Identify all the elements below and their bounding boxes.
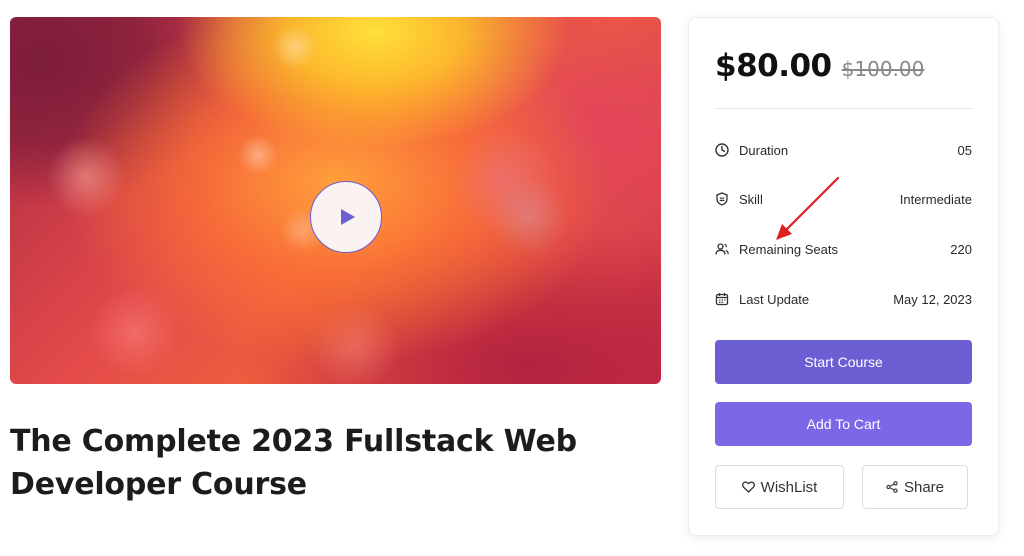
start-course-button[interactable]: Start Course: [715, 340, 972, 384]
divider: [715, 108, 972, 109]
course-info-card: $80.00 $100.00 Duration 05 Skill Interme…: [688, 17, 999, 536]
detail-label: Duration: [739, 142, 789, 158]
shield-icon: [716, 192, 728, 206]
detail-row-last-update: Last Update May 12, 2023: [715, 289, 972, 309]
detail-value: Intermediate: [899, 191, 972, 207]
add-to-cart-button[interactable]: Add To Cart: [715, 402, 972, 446]
bokeh-light: [310, 302, 400, 384]
detail-value: 220: [950, 241, 972, 257]
clock-icon: [715, 143, 729, 157]
share-button[interactable]: Share: [862, 465, 968, 509]
calendar-icon: [715, 293, 729, 306]
play-icon: [341, 209, 355, 225]
course-video-thumbnail[interactable]: [10, 17, 661, 384]
heart-icon: [741, 481, 755, 493]
current-price: $80.00: [715, 48, 832, 84]
share-icon: [886, 481, 898, 493]
detail-value: May 12, 2023: [893, 291, 972, 307]
bokeh-light: [46, 137, 126, 217]
detail-row-duration: Duration 05: [715, 140, 972, 160]
course-title-line-2: Developer Course: [10, 467, 307, 502]
play-video-button[interactable]: [310, 181, 382, 253]
course-title-line-1: The Complete 2023 Fullstack Web: [10, 424, 577, 459]
bokeh-light: [490, 177, 570, 257]
course-title: The Complete 2023 Fullstack Web Develope…: [10, 420, 650, 506]
price-row: $80.00 $100.00: [715, 48, 924, 84]
detail-value: 05: [957, 142, 972, 158]
detail-label: Last Update: [739, 291, 810, 307]
share-label: Share: [903, 478, 945, 496]
bokeh-light: [270, 27, 320, 67]
wishlist-label: WishList: [760, 478, 818, 496]
bokeh-light: [90, 287, 180, 377]
users-icon: [715, 243, 729, 255]
bokeh-light: [238, 135, 278, 175]
wishlist-button[interactable]: WishList: [715, 465, 844, 509]
annotation-arrow: [776, 176, 840, 240]
original-price: $100.00: [841, 57, 925, 81]
detail-label: Skill: [739, 191, 763, 207]
